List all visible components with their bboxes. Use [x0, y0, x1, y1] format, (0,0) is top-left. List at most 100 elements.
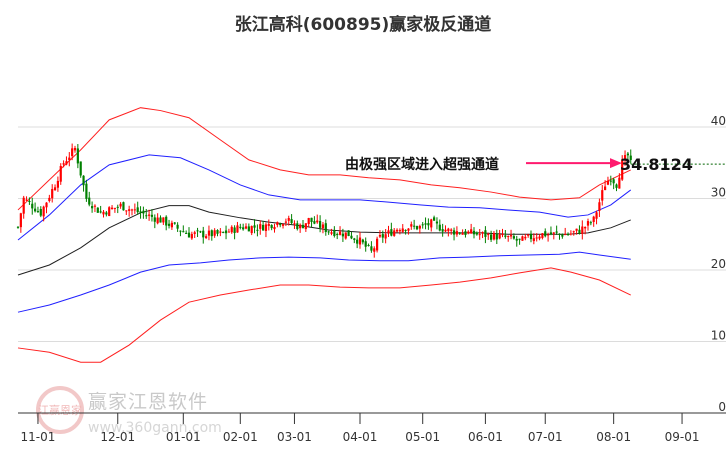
candle-body: [45, 202, 48, 208]
candle-body: [344, 232, 347, 239]
candle-body: [122, 202, 125, 211]
candle-body: [79, 161, 82, 176]
candle-body: [592, 216, 595, 222]
candle-body: [438, 224, 441, 231]
candle-body: [378, 235, 382, 237]
candle-body: [430, 219, 433, 228]
candle-body: [581, 226, 584, 234]
candle-body: [410, 224, 413, 227]
candle-body: [447, 228, 450, 232]
candle-body: [236, 225, 239, 233]
candle-body: [507, 236, 510, 238]
candle-body: [552, 232, 555, 234]
candle-body: [173, 222, 176, 224]
plot-area: 江赢恩家 0 10 20 30 40 11-01 12-01 01-01 02-01 03-01 04…: [16, 107, 726, 444]
candle-body: [182, 231, 185, 233]
candle-body: [373, 248, 376, 252]
candle-body: [327, 231, 330, 233]
candle-body: [202, 230, 205, 238]
candle-body: [102, 211, 105, 215]
candle-body: [390, 229, 393, 236]
candle-body: [575, 228, 578, 231]
x-tick-label: 02-01: [223, 430, 258, 444]
candle-body: [498, 234, 501, 239]
candle-body: [490, 234, 493, 240]
candle-body: [247, 226, 250, 232]
candle-body: [310, 217, 313, 222]
candle-body: [609, 180, 612, 182]
candle-body: [259, 224, 262, 229]
candle-body: [34, 208, 37, 212]
candle-body: [93, 205, 97, 207]
candle-body: [472, 230, 476, 235]
candle-body: [199, 231, 202, 233]
candle-body: [162, 217, 165, 223]
candle-body: [165, 216, 168, 226]
candle-body: [88, 197, 91, 205]
candle-body: [541, 233, 544, 239]
candle-body: [150, 214, 154, 217]
candle-body: [128, 209, 131, 211]
x-tick-label: 01-01: [166, 430, 201, 444]
candle-body: [167, 223, 171, 226]
candle-body: [370, 246, 373, 251]
candle-body: [401, 228, 404, 232]
candle-body: [99, 211, 102, 213]
candle-body: [110, 207, 114, 210]
candle-body: [133, 209, 136, 211]
candle-body: [584, 226, 587, 229]
candle-body: [333, 230, 336, 236]
candle-body: [578, 229, 581, 234]
candle-body: [538, 236, 541, 239]
candle-body: [136, 207, 139, 213]
candle-body: [452, 230, 456, 235]
candle-body: [116, 206, 119, 208]
candle-body: [293, 223, 296, 225]
candle-body: [475, 232, 478, 235]
candle-body: [179, 230, 182, 232]
candle-body: [250, 226, 253, 234]
candle-body: [239, 226, 242, 228]
candle-body: [561, 234, 564, 237]
candle-body: [53, 187, 57, 191]
candle-body: [25, 199, 28, 201]
candle-body: [187, 232, 191, 238]
candle-body: [547, 234, 550, 236]
candle-body: [532, 238, 535, 242]
x-tick-label: 03-01: [277, 430, 312, 444]
candle-body: [356, 239, 359, 244]
x-tick-label: 05-01: [405, 430, 440, 444]
x-tick-label: 06-01: [468, 430, 503, 444]
candle-body: [470, 229, 473, 234]
candle-body: [407, 228, 410, 231]
candle-body: [395, 229, 399, 232]
candle-body: [253, 225, 256, 228]
candle-body: [487, 233, 490, 236]
candle-body: [350, 235, 353, 239]
y-tick-label: 0: [718, 400, 726, 414]
candle-body: [501, 234, 504, 236]
candle-body: [279, 223, 282, 226]
last-value-label: 34.8124: [620, 155, 693, 174]
candle-body: [464, 231, 467, 235]
candle-body: [176, 224, 179, 229]
y-tick-label: 10: [711, 329, 726, 343]
y-tick-label: 20: [711, 257, 726, 271]
candle-body: [512, 236, 515, 239]
band-inner-lower: [17, 251, 631, 313]
candle-body: [222, 231, 225, 233]
candle-body: [76, 148, 79, 164]
candle-body: [284, 221, 287, 223]
candle-body: [139, 211, 142, 213]
candle-body: [196, 230, 199, 232]
candle-body: [307, 218, 310, 224]
annotation-text: 由极强区域进入超强通道: [345, 156, 499, 173]
candle-body: [19, 213, 22, 228]
candle-body: [393, 230, 396, 236]
candle-body: [387, 230, 390, 234]
candle-body: [105, 212, 108, 215]
chart: 张江高科(600895)赢家极反通道 赢家江恩软件 www.360gann.co…: [0, 0, 726, 450]
candle-body: [68, 157, 71, 161]
candle-body: [330, 232, 333, 234]
candle-body: [341, 233, 344, 237]
